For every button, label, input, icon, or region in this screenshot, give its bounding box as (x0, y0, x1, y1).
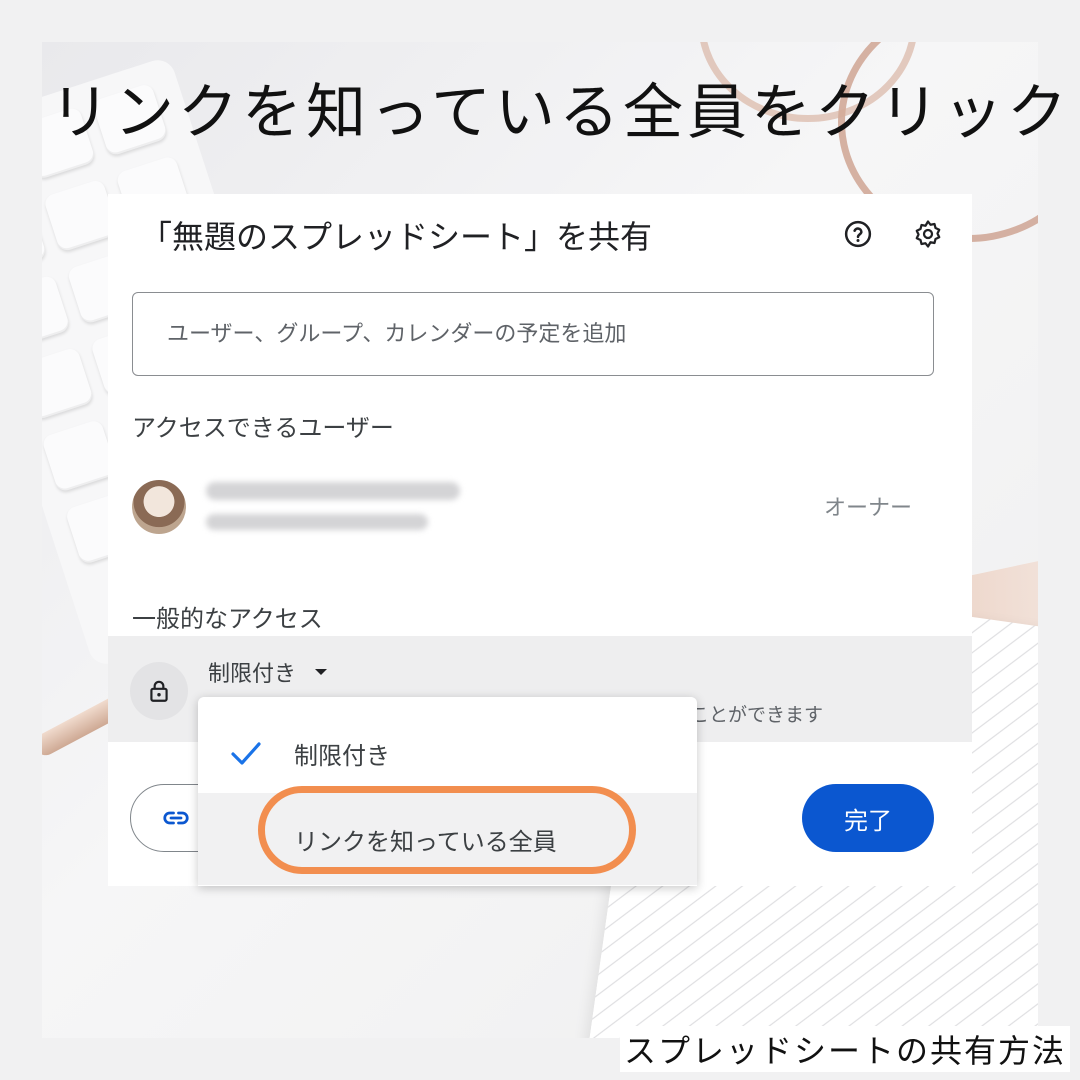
headline: リンクを知っている全員をクリック (50, 78, 1071, 148)
check-icon (231, 742, 261, 765)
avatar (132, 480, 186, 534)
dropdown-arrow-icon (315, 669, 328, 675)
done-button[interactable]: 完了 (802, 784, 934, 852)
link-icon (163, 811, 189, 825)
dialog-title: 「無題のスプレッドシート」を共有 (140, 218, 653, 256)
settings-icon (915, 220, 941, 248)
lock-icon (150, 680, 168, 702)
menu-item-label: 制限付き (294, 741, 390, 770)
blurred-user-name (206, 482, 460, 500)
lock-badge (130, 662, 188, 720)
general-access-label: 一般的なアクセス (132, 605, 323, 633)
blurred-user-email (206, 514, 428, 530)
access-description: ことができます (690, 704, 824, 726)
settings-button[interactable] (910, 216, 946, 252)
people-section-label: アクセスできるユーザー (132, 414, 394, 442)
add-people-input[interactable] (132, 292, 934, 376)
help-button[interactable] (840, 216, 876, 252)
footer-caption: スプレッドシートの共有方法 (619, 1026, 1070, 1072)
help-icon (844, 220, 872, 248)
menu-item-restricted[interactable]: 制限付き (198, 707, 697, 799)
access-dropdown-menu: 制限付き リンクを知っている全員 (198, 697, 697, 886)
menu-item-anyone-with-link[interactable]: リンクを知っている全員 (198, 793, 697, 885)
access-level-value: 制限付き (208, 662, 297, 687)
access-level-select[interactable]: 制限付き (208, 656, 328, 688)
menu-item-label: リンクを知っている全員 (294, 827, 557, 856)
owner-role: オーナー (823, 496, 912, 521)
